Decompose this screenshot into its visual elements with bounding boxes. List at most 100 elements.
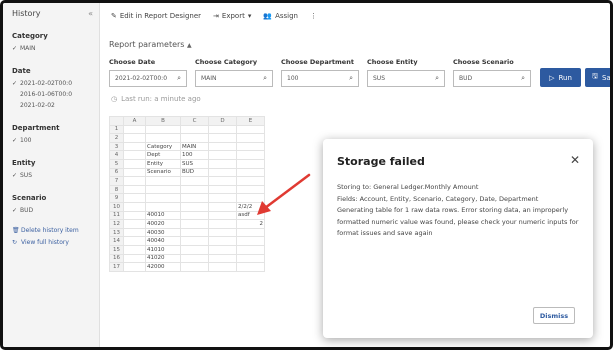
sheet-cell[interactable] <box>236 262 265 272</box>
close-icon[interactable]: ✕ <box>570 153 580 167</box>
sheet-cell[interactable] <box>180 244 209 255</box>
row-header[interactable]: 12 <box>109 219 124 229</box>
sheet-cell[interactable] <box>208 150 237 160</box>
filter-item[interactable]: ✓ SUS <box>12 170 99 181</box>
sheet-cell[interactable] <box>236 150 265 160</box>
scenario-input[interactable]: BUD ⌕ <box>453 70 531 87</box>
sheet-cell[interactable] <box>180 236 209 246</box>
spreadsheet-grid[interactable]: ABCDE 1 2 3 Category MAIN 4 Dept 100 5 Entity SUS 6… <box>109 116 265 272</box>
sheet-cell[interactable] <box>123 236 146 246</box>
sheet-cell[interactable] <box>236 184 265 195</box>
row-header[interactable]: 1 <box>109 124 124 135</box>
sheet-cell[interactable]: BUD <box>180 167 209 178</box>
filter-item[interactable]: ✓ MAIN <box>12 43 99 54</box>
view-full-history-link[interactable]: ↻ View full history <box>12 237 99 248</box>
sheet-cell[interactable] <box>180 219 209 229</box>
export-button[interactable]: ⇥ Export ▾ <box>213 12 251 20</box>
assign-button[interactable]: 👥 Assign <box>263 12 298 20</box>
sheet-cell[interactable] <box>123 201 146 212</box>
sheet-cell[interactable] <box>123 193 146 203</box>
sheet-cell[interactable] <box>145 184 181 195</box>
sheet-cell[interactable] <box>208 158 237 169</box>
sheet-cell[interactable] <box>123 124 146 135</box>
sheet-cell[interactable]: MAIN <box>180 141 209 152</box>
sheet-cell[interactable] <box>180 253 209 264</box>
entity-input[interactable]: SUS ⌕ <box>367 70 445 87</box>
row-header[interactable]: 13 <box>109 227 124 238</box>
sheet-cell[interactable]: 40040 <box>145 236 181 246</box>
column-header[interactable]: D <box>208 116 237 126</box>
search-icon[interactable]: ⌕ <box>263 74 267 83</box>
sheet-cell[interactable]: 41020 <box>145 253 181 264</box>
search-icon[interactable]: ⌕ <box>435 74 439 83</box>
sheet-cell[interactable] <box>123 158 146 169</box>
row-header[interactable]: 10 <box>109 201 124 212</box>
category-input[interactable]: MAIN ⌕ <box>195 70 273 87</box>
sheet-cell[interactable] <box>208 167 237 178</box>
row-header[interactable]: 5 <box>109 158 124 169</box>
filter-item[interactable]: ✓ 100 <box>12 135 99 146</box>
column-header[interactable]: B <box>145 116 181 126</box>
sheet-cell[interactable]: SUS <box>180 158 209 169</box>
sheet-cell[interactable]: Entity <box>145 158 181 169</box>
sheet-cell[interactable] <box>180 201 209 212</box>
sheet-cell[interactable]: 2 <box>236 219 265 229</box>
sheet-cell[interactable] <box>208 262 237 272</box>
column-header[interactable]: C <box>180 116 209 126</box>
sheet-cell[interactable] <box>208 141 237 152</box>
sheet-cell[interactable] <box>208 201 237 212</box>
sheet-cell[interactable] <box>123 244 146 255</box>
sheet-cell[interactable] <box>145 193 181 203</box>
filter-item[interactable]: 2016-01-06T00:0 <box>12 89 99 100</box>
sheet-cell[interactable] <box>208 193 237 203</box>
sheet-cell[interactable] <box>180 184 209 195</box>
run-button[interactable]: ▷ Run <box>540 68 581 87</box>
search-icon[interactable]: ⌕ <box>349 74 353 83</box>
sheet-cell[interactable] <box>123 150 146 160</box>
filter-item[interactable]: ✓ 2021-02-02T00:0 <box>12 78 99 89</box>
sheet-cell[interactable] <box>236 167 265 178</box>
more-options-icon[interactable]: ⋮ <box>310 12 317 20</box>
filter-item[interactable]: 2021-02-02 <box>12 100 99 111</box>
sheet-cell[interactable] <box>236 244 265 255</box>
sheet-cell[interactable] <box>236 141 265 152</box>
sheet-cell[interactable] <box>208 236 237 246</box>
collapse-icon[interactable]: « <box>88 9 93 18</box>
row-header[interactable]: 11 <box>109 210 124 221</box>
department-input[interactable]: 100 ⌕ <box>281 70 359 87</box>
sheet-cell[interactable] <box>236 227 265 238</box>
row-header[interactable]: 8 <box>109 184 124 195</box>
sheet-cell[interactable] <box>180 210 209 221</box>
row-header[interactable]: 17 <box>109 262 124 272</box>
sheet-cell[interactable] <box>123 253 146 264</box>
column-header[interactable]: A <box>123 116 146 126</box>
sheet-cell[interactable] <box>145 201 181 212</box>
sheet-cell[interactable]: 100 <box>180 150 209 160</box>
sheet-cell[interactable] <box>180 176 209 186</box>
sheet-cell[interactable] <box>208 244 237 255</box>
sheet-cell[interactable] <box>180 124 209 135</box>
sheet-cell[interactable] <box>180 133 209 143</box>
sheet-cell[interactable] <box>145 124 181 135</box>
sheet-cell[interactable]: 40010 <box>145 210 181 221</box>
sheet-cell[interactable] <box>208 133 237 143</box>
sheet-cell[interactable] <box>236 236 265 246</box>
sheet-cell[interactable] <box>145 176 181 186</box>
filter-item[interactable]: ✓ BUD <box>12 205 99 216</box>
sheet-cell[interactable] <box>123 227 146 238</box>
column-header[interactable]: E <box>236 116 265 126</box>
sheet-cell[interactable] <box>180 193 209 203</box>
save-button[interactable]: 🖫 Sa <box>585 68 610 87</box>
sheet-cell[interactable]: 40020 <box>145 219 181 229</box>
row-header[interactable]: 9 <box>109 193 124 203</box>
sheet-cell[interactable] <box>208 253 237 264</box>
sheet-cell[interactable] <box>208 227 237 238</box>
delete-history-link[interactable]: 🗑 Delete history item <box>12 225 99 236</box>
corner-cell[interactable] <box>109 116 124 126</box>
sheet-cell[interactable]: Scenario <box>145 167 181 178</box>
sheet-cell[interactable] <box>123 133 146 143</box>
sheet-cell[interactable] <box>123 141 146 152</box>
sheet-cell[interactable]: asdf <box>236 210 265 221</box>
sheet-cell[interactable] <box>123 184 146 195</box>
sheet-cell[interactable] <box>208 184 237 195</box>
